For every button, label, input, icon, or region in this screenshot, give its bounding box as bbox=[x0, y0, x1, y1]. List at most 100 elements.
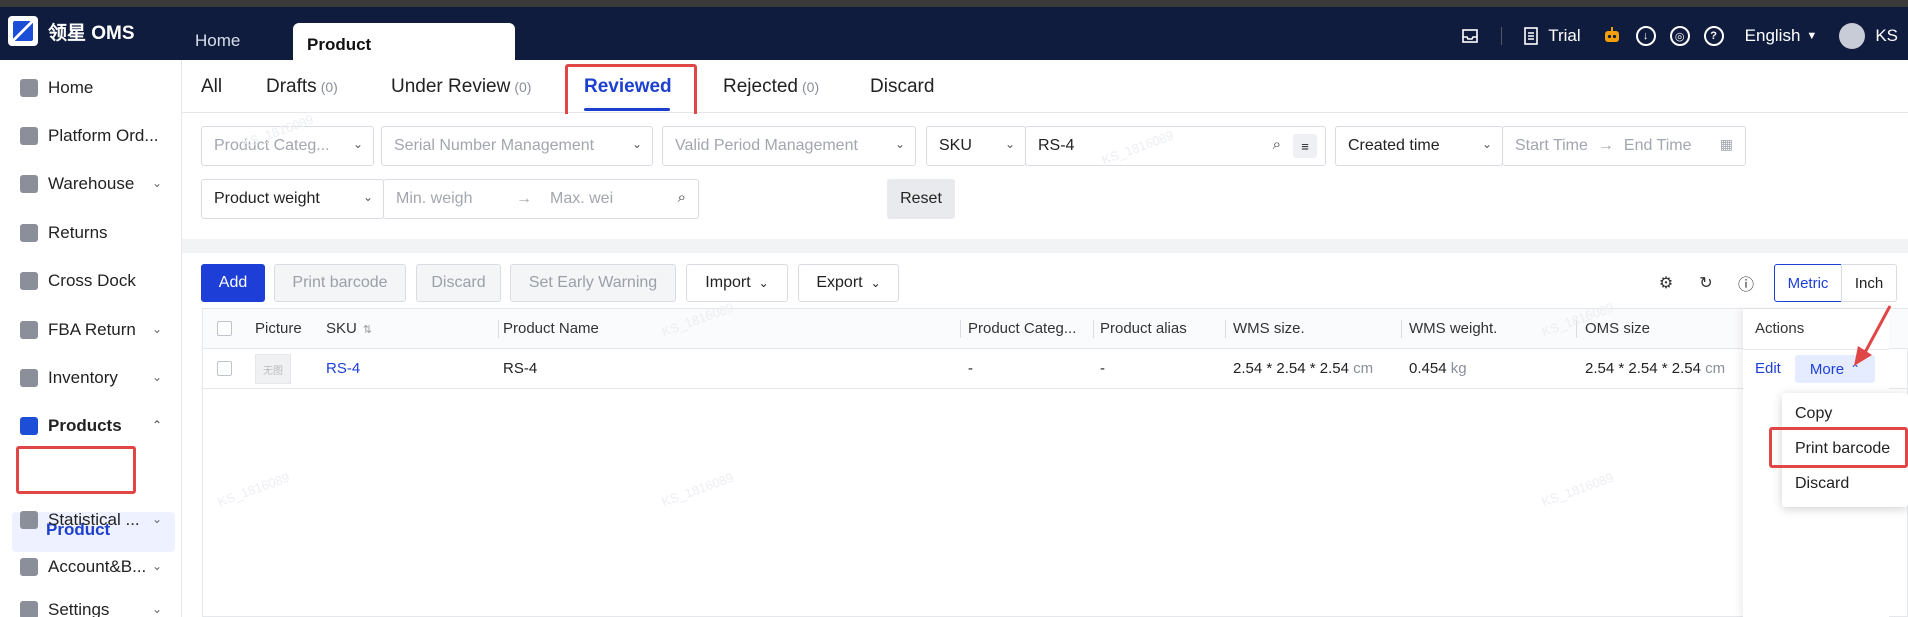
tab-home[interactable]: Home bbox=[195, 31, 240, 51]
sku-type-select[interactable]: SKU ⌄ bbox=[926, 126, 1026, 166]
value: 2.54 * 2.54 * 2.54 bbox=[1233, 360, 1349, 377]
sidebar-item-products[interactable]: Products ⌃ bbox=[0, 406, 182, 446]
sidebar-item-account[interactable]: Account&B... ⌄ bbox=[0, 547, 182, 587]
help-icon[interactable]: ⓘ bbox=[1736, 273, 1756, 294]
start-time-input[interactable]: Start Time bbox=[1515, 137, 1588, 155]
col-picture: Picture bbox=[255, 320, 302, 337]
edit-link[interactable]: Edit bbox=[1755, 360, 1781, 377]
chevron-down-icon: ▼ bbox=[1806, 30, 1818, 42]
col-oms-size: OMS size bbox=[1585, 320, 1651, 337]
annotation-arrow bbox=[1854, 305, 1892, 366]
divider bbox=[182, 239, 1908, 253]
button-label: Export bbox=[816, 274, 863, 291]
weight-type-select[interactable]: Product weight ⌄ bbox=[201, 179, 384, 219]
col-sku[interactable]: SKU ⇅ bbox=[326, 320, 372, 337]
divider bbox=[1501, 27, 1503, 45]
print-barcode-button[interactable]: Print barcode bbox=[274, 264, 406, 302]
col-wms-size: WMS size. bbox=[1233, 320, 1305, 337]
export-button[interactable]: Export ⌄ bbox=[798, 264, 899, 302]
app-name: 领星 OMS bbox=[48, 22, 135, 44]
highlight-box bbox=[1769, 427, 1908, 468]
col-label: SKU bbox=[326, 320, 357, 337]
sort-icon[interactable]: ⇅ bbox=[363, 324, 372, 336]
user-name[interactable]: KS bbox=[1875, 26, 1898, 46]
sku-search-input[interactable]: RS-4 ⌕ ≡ bbox=[1025, 126, 1326, 166]
sidebar-item-statistical[interactable]: Statistical ... ⌄ bbox=[0, 500, 182, 540]
chevron-down-icon: ⌄ bbox=[894, 137, 905, 151]
metric-toggle[interactable]: Metric bbox=[1774, 264, 1842, 302]
tab-all[interactable]: All bbox=[201, 76, 222, 98]
row-checkbox[interactable] bbox=[217, 361, 232, 376]
tab-under-review[interactable]: Under Review (0) bbox=[391, 76, 531, 98]
sidebar-item-label: Platform Ord... bbox=[48, 126, 159, 145]
column-divider bbox=[960, 320, 961, 338]
end-time-input[interactable]: End Time bbox=[1624, 137, 1692, 155]
max-weight-input[interactable]: Max. wei bbox=[550, 190, 613, 208]
sidebar-item-label: Statistical ... bbox=[48, 510, 140, 529]
app-logo[interactable]: 领星 OMS bbox=[8, 16, 135, 46]
reset-button[interactable]: Reset bbox=[887, 179, 955, 219]
tab-rejected[interactable]: Rejected (0) bbox=[723, 76, 819, 98]
menu-item-discard[interactable]: Discard bbox=[1795, 475, 1849, 493]
sidebar-item-cross-dock[interactable]: Cross Dock bbox=[0, 261, 182, 301]
sku-link[interactable]: RS-4 bbox=[326, 360, 360, 377]
cross-dock-icon bbox=[20, 272, 38, 290]
products-icon bbox=[20, 417, 38, 435]
language-select[interactable]: English bbox=[1745, 26, 1801, 46]
wms-size: 2.54 * 2.54 * 2.54 cm bbox=[1233, 360, 1373, 377]
tab-drafts[interactable]: Drafts (0) bbox=[266, 76, 338, 98]
select-all-checkbox[interactable] bbox=[217, 321, 232, 336]
batch-search-icon[interactable]: ≡ bbox=[1293, 134, 1317, 158]
column-settings-icon[interactable]: ⚙ bbox=[1656, 273, 1676, 293]
tab-discard[interactable]: Discard bbox=[870, 76, 934, 98]
robot-icon[interactable] bbox=[1601, 25, 1623, 47]
main-content: All Drafts (0) Under Review (0) Reviewed R… bbox=[182, 60, 1908, 617]
weight-range-input[interactable]: Min. weigh → Max. wei ⌕ bbox=[383, 179, 699, 219]
sidebar-item-warehouse[interactable]: Warehouse ⌄ bbox=[0, 164, 182, 204]
add-button[interactable]: Add bbox=[201, 264, 265, 302]
value: 0.454 bbox=[1409, 360, 1447, 377]
sidebar-item-label: Home bbox=[48, 78, 94, 97]
inbox-icon[interactable] bbox=[1459, 25, 1481, 47]
valid-period-select[interactable]: Valid Period Management ⌄ bbox=[662, 126, 916, 166]
inch-toggle[interactable]: Inch bbox=[1841, 264, 1897, 302]
sidebar-item-inventory[interactable]: Inventory ⌄ bbox=[0, 358, 182, 398]
avatar[interactable] bbox=[1839, 23, 1866, 49]
column-divider bbox=[498, 320, 499, 338]
sidebar-item-platform-orders[interactable]: Platform Ord... bbox=[0, 116, 182, 156]
product-name: RS-4 bbox=[503, 360, 538, 377]
search-icon[interactable]: ⌕ bbox=[678, 189, 686, 206]
sidebar-item-settings[interactable]: Settings ⌄ bbox=[0, 590, 182, 617]
refresh-icon[interactable]: ↻ bbox=[1696, 273, 1716, 293]
trial-link[interactable]: Trial bbox=[1548, 26, 1580, 46]
menu-item-copy[interactable]: Copy bbox=[1795, 405, 1832, 423]
chevron-down-icon: ⌄ bbox=[352, 137, 363, 151]
toolbar: Add Print barcode Discard Set Early Warn… bbox=[182, 253, 1908, 308]
home-icon bbox=[20, 79, 38, 97]
oms-size: 2.54 * 2.54 * 2.54 cm bbox=[1585, 360, 1725, 377]
col-product-name: Product Name bbox=[503, 320, 599, 337]
download-icon[interactable]: ↓ bbox=[1635, 25, 1657, 47]
set-early-warning-button[interactable]: Set Early Warning bbox=[510, 264, 676, 302]
select-placeholder: Serial Number Management bbox=[394, 137, 595, 154]
min-weight-input[interactable]: Min. weigh bbox=[396, 190, 516, 208]
tab-count: (0) bbox=[514, 79, 532, 95]
date-range-picker[interactable]: Start Time → End Time ▦ bbox=[1502, 126, 1746, 166]
highlight-box bbox=[565, 64, 697, 121]
table-header: Picture SKU ⇅ Product Name Product Categ.… bbox=[203, 309, 1908, 349]
time-type-select[interactable]: Created time ⌄ bbox=[1335, 126, 1503, 166]
column-divider bbox=[1225, 320, 1226, 338]
sidebar-item-home[interactable]: Home bbox=[0, 68, 182, 108]
settings-icon[interactable]: ◎ bbox=[1669, 25, 1691, 47]
calendar-icon[interactable]: ▦ bbox=[1720, 136, 1733, 153]
sidebar-item-fba-return[interactable]: FBA Return ⌄ bbox=[0, 310, 182, 350]
import-button[interactable]: Import ⌄ bbox=[686, 264, 788, 302]
col-product-category: Product Categ... bbox=[968, 320, 1077, 337]
serial-number-select[interactable]: Serial Number Management ⌄ bbox=[381, 126, 653, 166]
chevron-down-icon: ⌄ bbox=[870, 276, 881, 290]
inventory-icon bbox=[20, 369, 38, 387]
sidebar-item-returns[interactable]: Returns bbox=[0, 213, 182, 253]
search-icon[interactable]: ⌕ bbox=[1273, 136, 1281, 153]
help-icon[interactable]: ? bbox=[1703, 25, 1725, 47]
discard-button[interactable]: Discard bbox=[416, 264, 501, 302]
